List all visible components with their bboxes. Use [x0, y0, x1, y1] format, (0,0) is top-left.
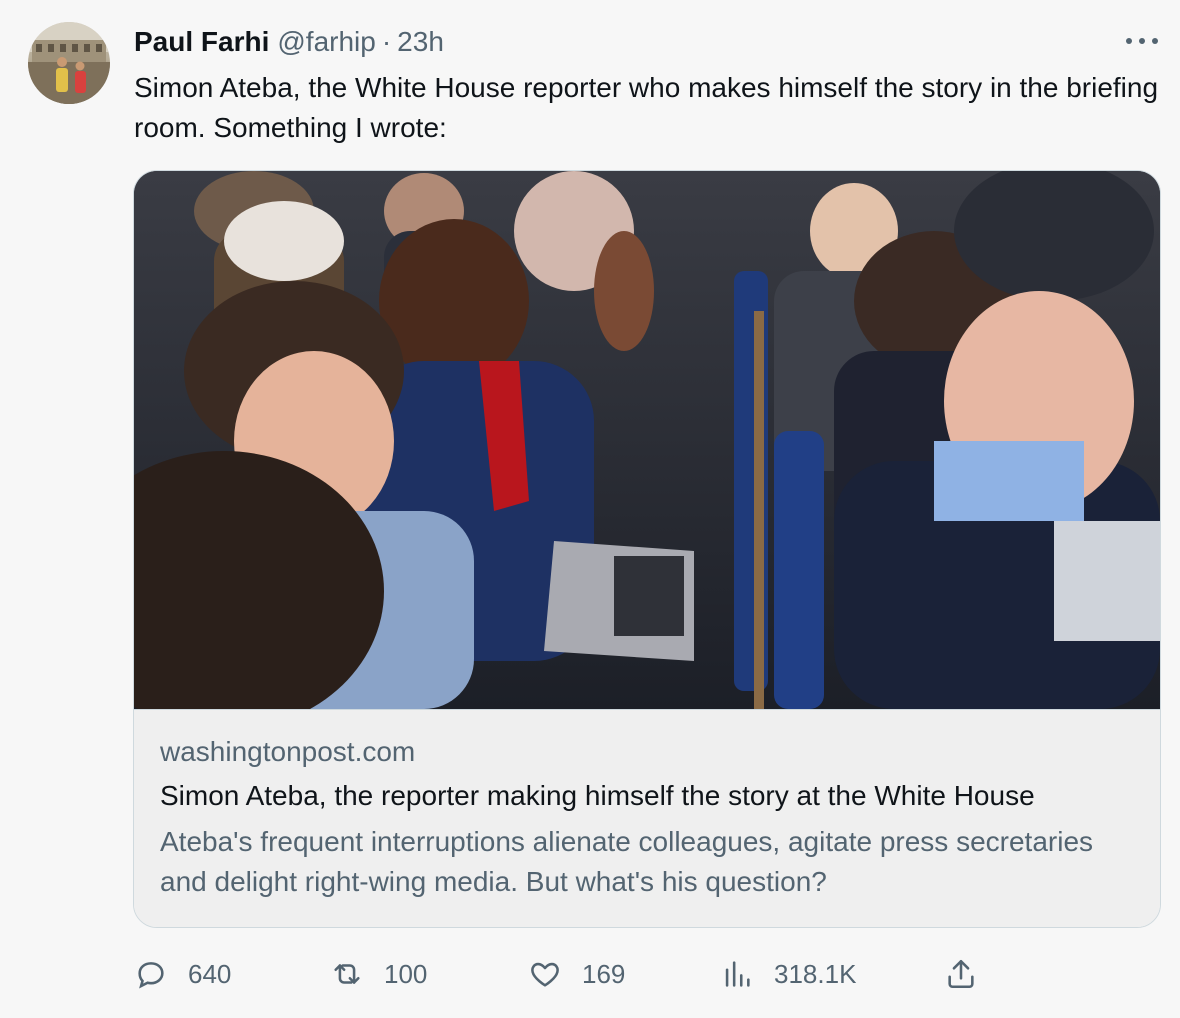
reply-button[interactable]: 640 — [134, 952, 231, 996]
tweet[interactable]: Paul Farhi @farhip · 23h Simon Ateba, th… — [0, 0, 1180, 1018]
tweet-text: Simon Ateba, the White House reporter wh… — [134, 72, 1159, 143]
retweet-count: 100 — [384, 958, 428, 989]
card-domain: washingtonpost.com — [160, 736, 416, 767]
share-icon — [948, 959, 974, 989]
card-description: Ateba's frequent interruptions alienate … — [160, 826, 1094, 897]
briefing-room-photo — [134, 171, 1160, 709]
card-title: Simon Ateba, the reporter making himself… — [160, 780, 1035, 811]
avatar[interactable] — [28, 22, 110, 104]
more-icon[interactable] — [1126, 30, 1158, 52]
like-icon — [531, 962, 559, 987]
action-bar: 640 100 169 318.1K — [134, 952, 994, 996]
reply-count: 640 — [188, 958, 232, 989]
separator-dot: · — [381, 26, 392, 57]
retweet-button[interactable]: 100 — [330, 952, 427, 996]
like-button[interactable]: 169 — [528, 952, 625, 996]
views-icon — [725, 961, 750, 987]
card-image[interactable] — [134, 171, 1160, 709]
card-text[interactable]: washingtonpost.com Simon Ateba, the repo… — [134, 709, 1160, 927]
link-card[interactable]: washingtonpost.com Simon Ateba, the repo… — [133, 170, 1161, 928]
share-button[interactable] — [944, 952, 978, 996]
views-count: 318.1K — [774, 958, 857, 989]
reply-icon — [138, 962, 164, 989]
like-count: 169 — [582, 958, 626, 989]
timestamp[interactable]: 23h — [397, 26, 444, 58]
views-button[interactable]: 318.1K — [720, 952, 856, 996]
avatar-image — [28, 22, 110, 104]
author-name[interactable]: Paul Farhi — [134, 26, 269, 58]
tweet-header: Paul Farhi @farhip · 23h — [134, 26, 444, 60]
author-handle[interactable]: @farhip — [277, 26, 375, 58]
retweet-icon — [334, 964, 360, 984]
